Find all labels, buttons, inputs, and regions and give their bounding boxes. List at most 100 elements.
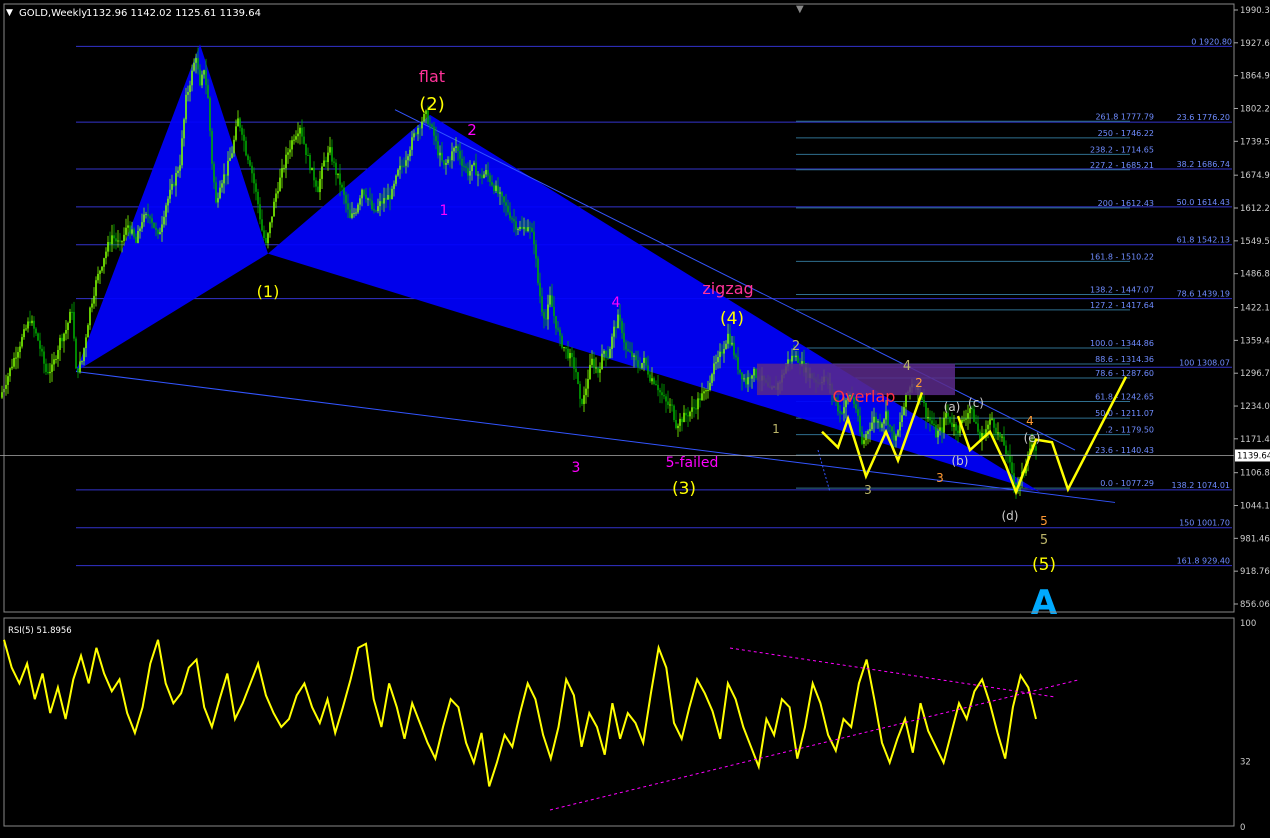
candle-body bbox=[751, 375, 753, 379]
candle-body bbox=[279, 177, 281, 192]
candle-body bbox=[109, 241, 111, 245]
candle-body bbox=[345, 195, 347, 204]
candle-body bbox=[485, 169, 487, 175]
symbol-dropdown-icon[interactable]: ▼ bbox=[6, 8, 13, 18]
candle-body bbox=[31, 320, 33, 324]
candle-body bbox=[503, 196, 505, 203]
candle-body bbox=[171, 184, 173, 190]
candle-body bbox=[127, 225, 129, 228]
candle-body bbox=[755, 368, 757, 378]
candle-body bbox=[185, 94, 187, 120]
candle-body bbox=[119, 240, 121, 242]
price-tick-label: 1486.80 bbox=[1240, 270, 1270, 280]
candle-body bbox=[1001, 436, 1003, 438]
candle-body bbox=[681, 418, 683, 423]
candle-body bbox=[655, 383, 657, 385]
candle-body bbox=[461, 158, 463, 166]
candle-body bbox=[391, 188, 393, 200]
candle-body bbox=[371, 200, 373, 210]
candle-body bbox=[999, 432, 1001, 438]
candle-body bbox=[721, 351, 723, 354]
candle-body bbox=[291, 140, 293, 150]
candle-body bbox=[165, 205, 167, 217]
fib-label-projection: 200 - 1612.43 bbox=[1098, 199, 1154, 208]
candle-body bbox=[147, 213, 149, 217]
candle-body bbox=[897, 430, 899, 436]
candle-body bbox=[697, 398, 699, 410]
scroll-marker-icon[interactable]: ▼ bbox=[796, 4, 804, 15]
candle-body bbox=[95, 280, 97, 296]
candle-body bbox=[973, 409, 975, 422]
candle-body bbox=[745, 378, 747, 385]
candle-body bbox=[841, 413, 843, 415]
candle-body bbox=[557, 328, 559, 330]
candle-body bbox=[633, 355, 635, 357]
candle-body bbox=[555, 316, 557, 329]
candle-body bbox=[545, 318, 547, 320]
candle-body bbox=[271, 216, 273, 223]
lower-trendline bbox=[75, 371, 1116, 503]
candle-body bbox=[685, 412, 687, 416]
candle-body bbox=[189, 85, 191, 93]
candle-body bbox=[889, 424, 891, 427]
chart-header: ▼ GOLD,Weekly 1132.96 1142.02 1125.61 11… bbox=[6, 4, 804, 19]
pattern-triangles bbox=[75, 44, 1116, 503]
candle-body bbox=[857, 409, 859, 416]
fib-label-extension: 61.8 1542.13 bbox=[1177, 236, 1230, 245]
candle-body bbox=[27, 321, 29, 329]
candle-body bbox=[923, 400, 925, 403]
candle-body bbox=[155, 227, 157, 230]
candle-body bbox=[229, 157, 231, 161]
candle-body bbox=[85, 337, 87, 349]
candle-body bbox=[177, 170, 179, 174]
candle-body bbox=[191, 70, 193, 86]
candle-body bbox=[67, 322, 69, 331]
candle-body bbox=[37, 333, 39, 341]
candle-body bbox=[355, 212, 357, 214]
candle-body bbox=[673, 405, 675, 421]
candle-body bbox=[591, 358, 593, 365]
candle-body bbox=[255, 183, 257, 192]
candle-body bbox=[739, 369, 741, 373]
price-tick-label: 856.06 bbox=[1240, 600, 1270, 610]
candle-body bbox=[643, 357, 645, 363]
wave-label: 3 bbox=[572, 460, 581, 476]
candle-body bbox=[421, 121, 423, 129]
candle-body bbox=[617, 314, 619, 329]
candle-body bbox=[117, 240, 119, 242]
candle-body bbox=[211, 130, 213, 164]
candle-body bbox=[187, 92, 189, 95]
candle-body bbox=[89, 307, 91, 326]
candle-body bbox=[465, 166, 467, 168]
candle-body bbox=[219, 187, 221, 199]
candle-body bbox=[515, 221, 517, 230]
candle-body bbox=[303, 136, 305, 144]
candle-body bbox=[247, 155, 249, 161]
candle-body bbox=[47, 371, 49, 374]
candle-body bbox=[487, 169, 489, 176]
candle-body bbox=[359, 198, 361, 205]
candle-body bbox=[81, 361, 83, 363]
candle-body bbox=[181, 138, 183, 166]
candle-body bbox=[925, 402, 927, 418]
candle-body bbox=[937, 430, 939, 438]
candle-body bbox=[283, 168, 285, 170]
wave-label: (c) bbox=[968, 396, 984, 410]
price-tick-label: 1549.50 bbox=[1240, 237, 1270, 247]
fib-label-projection: 261.8 1777.79 bbox=[1095, 112, 1154, 121]
candle-body bbox=[669, 404, 671, 406]
price-tick-label: 1044.16 bbox=[1240, 501, 1270, 511]
candle-body bbox=[157, 229, 159, 235]
candle-body bbox=[619, 314, 621, 322]
candle-body bbox=[309, 155, 311, 171]
candle-body bbox=[79, 361, 81, 372]
candle-body bbox=[537, 258, 539, 283]
candle-body bbox=[231, 153, 233, 158]
candle-body bbox=[183, 119, 185, 139]
candle-body bbox=[135, 236, 137, 243]
candle-body bbox=[277, 191, 279, 194]
candle-body bbox=[15, 357, 17, 359]
candle-body bbox=[679, 418, 681, 426]
candle-body bbox=[49, 371, 51, 374]
candle-body bbox=[381, 201, 383, 204]
